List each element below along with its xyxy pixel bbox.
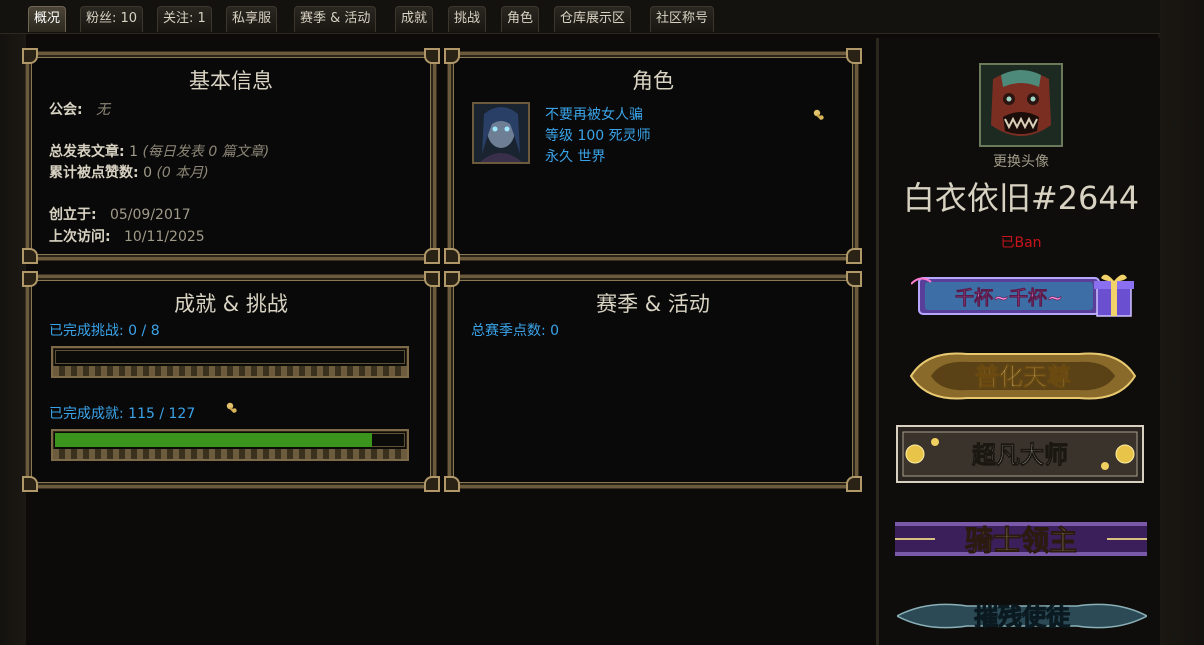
avatar[interactable]	[979, 63, 1063, 147]
badge-text: 骑士领主	[965, 524, 1077, 557]
character-level-class: 等级 100 死灵师	[545, 128, 651, 144]
gift-box-icon	[1094, 274, 1134, 317]
achievements-progress-fill	[55, 433, 372, 447]
frame-corner	[846, 248, 862, 264]
guild-value: 无	[95, 102, 110, 118]
tab-private-league[interactable]: 私享服	[226, 6, 278, 32]
challenges-progress-bar	[51, 346, 409, 378]
last-visit-value: 10/11/2025	[123, 229, 205, 245]
badge-text: 超凡大师	[972, 440, 1068, 469]
frame-corner	[444, 476, 460, 492]
tab-achievements[interactable]: 成就	[395, 6, 434, 32]
last-visit-row: 上次访问: 10/11/2025	[49, 226, 205, 246]
page-background-left	[0, 0, 26, 645]
character-portrait-image	[474, 104, 528, 162]
frame-corner	[846, 271, 862, 287]
season-events-title: 赛季 & 活动	[596, 292, 710, 316]
posts-value: 1	[129, 144, 138, 160]
profile-sidebar: 更换头像 白衣依旧#2644 已Ban 千杯~千杯~ 普化天尊 超凡大师 骑士领…	[876, 38, 1160, 645]
achievements-completed-row: 已完成成就: 115 / 127	[49, 403, 195, 423]
season-points-label: 总赛季点数:	[471, 323, 546, 339]
progress-ornament	[53, 366, 407, 376]
tab-community-titles[interactable]: 社区称号	[650, 6, 715, 32]
change-avatar-link[interactable]: 更换头像	[879, 151, 1163, 171]
achievements-label: 已完成成就:	[49, 406, 124, 422]
tab-characters[interactable]: 角色	[501, 6, 540, 32]
challenges-label: 已完成挑战:	[49, 323, 124, 339]
frame-corner	[22, 476, 38, 492]
community-title-badge-3[interactable]: 超凡大师	[895, 424, 1145, 484]
profile-tab-bar: 概况 粉丝: 10 关注: 1 私享服 赛季 & 活动 成就 挑战 角色 仓库展…	[0, 0, 1160, 34]
avatar-mask-image	[981, 65, 1061, 145]
community-title-badge-5[interactable]: 摧残使徒	[897, 594, 1147, 638]
posts-note: (每日发表 0 篇文章)	[142, 144, 270, 160]
likes-note: (0 本月)	[156, 165, 209, 181]
community-title-badge-2[interactable]: 普化天尊	[907, 342, 1139, 408]
guild-label: 公会:	[49, 102, 83, 118]
tab-overview[interactable]: 概况	[28, 6, 67, 32]
achievements-panel: 成就 & 挑战 已完成挑战: 0 / 8 已完成成就: 115 / 127	[22, 271, 440, 492]
achievements-value: 115 / 127	[128, 406, 196, 422]
likes-label: 累计被点赞数:	[49, 165, 139, 181]
badge-text: 摧残使徒	[974, 602, 1071, 631]
frame-corner	[424, 476, 440, 492]
frame-corner	[22, 248, 38, 264]
progress-ornament	[53, 449, 407, 459]
frame-corner	[22, 271, 38, 287]
frame-corner	[424, 248, 440, 264]
posts-label: 总发表文章:	[49, 144, 125, 160]
username: 白衣依旧#2644	[902, 179, 1140, 217]
last-visit-label: 上次访问:	[49, 229, 111, 245]
pin-icon[interactable]	[812, 108, 826, 122]
badge-text: 普化天尊	[975, 362, 1071, 391]
basic-info-panel: 基本信息 公会: 无 总发表文章: 1 (每日发表 0 篇文章) 累计被点赞数:…	[22, 48, 440, 264]
likes-value: 0	[143, 165, 152, 181]
frame-corner	[444, 248, 460, 264]
character-panel: 角色 不要再被女人骗 等级 100 死灵师 永久 世界	[444, 48, 862, 264]
banned-status: 已Ban	[1000, 235, 1042, 251]
basic-info-title: 基本信息	[189, 69, 273, 93]
tab-challenges[interactable]: 挑战	[448, 6, 487, 32]
frame-corner	[22, 48, 38, 64]
tab-following[interactable]: 关注: 1	[157, 6, 212, 32]
season-points-value: 0	[550, 323, 560, 339]
frame-corner	[424, 48, 440, 64]
season-points-row: 总赛季点数: 0	[471, 320, 559, 340]
frame-corner	[424, 271, 440, 287]
progress-track	[55, 350, 405, 364]
tab-followers[interactable]: 粉丝: 10	[80, 6, 144, 32]
tab-stash-showcase[interactable]: 仓库展示区	[554, 6, 632, 32]
character-title: 角色	[632, 69, 674, 93]
frame-corner	[444, 271, 460, 287]
created-label: 创立于:	[49, 207, 97, 223]
created-value: 05/09/2017	[109, 207, 191, 223]
achievements-progress-bar	[51, 429, 409, 461]
season-events-panel: 赛季 & 活动 总赛季点数: 0	[444, 271, 862, 492]
character-portrait[interactable]	[472, 102, 530, 164]
frame-corner	[846, 476, 862, 492]
page-background-right	[1158, 0, 1204, 645]
character-name-link[interactable]: 不要再被女人骗	[545, 104, 643, 124]
guild-row: 公会: 无	[49, 99, 110, 119]
tab-seasons-events[interactable]: 赛季 & 活动	[294, 6, 377, 32]
likes-row: 累计被点赞数: 0 (0 本月)	[49, 162, 209, 182]
challenges-value: 0 / 8	[128, 323, 160, 339]
character-league: 永久 世界	[545, 149, 606, 165]
community-title-badge-4[interactable]: 骑士领主	[895, 514, 1147, 562]
posts-row: 总发表文章: 1 (每日发表 0 篇文章)	[49, 141, 269, 161]
frame-corner	[846, 48, 862, 64]
frame-corner	[444, 48, 460, 64]
badge-text: 千杯~千杯~	[955, 286, 1063, 309]
achievements-title: 成就 & 挑战	[174, 292, 288, 316]
pin-icon[interactable]	[225, 401, 239, 415]
community-title-badge-1[interactable]: 千杯~千杯~	[911, 264, 1137, 326]
challenges-completed-row: 已完成挑战: 0 / 8	[49, 320, 160, 340]
created-row: 创立于: 05/09/2017	[49, 204, 191, 224]
